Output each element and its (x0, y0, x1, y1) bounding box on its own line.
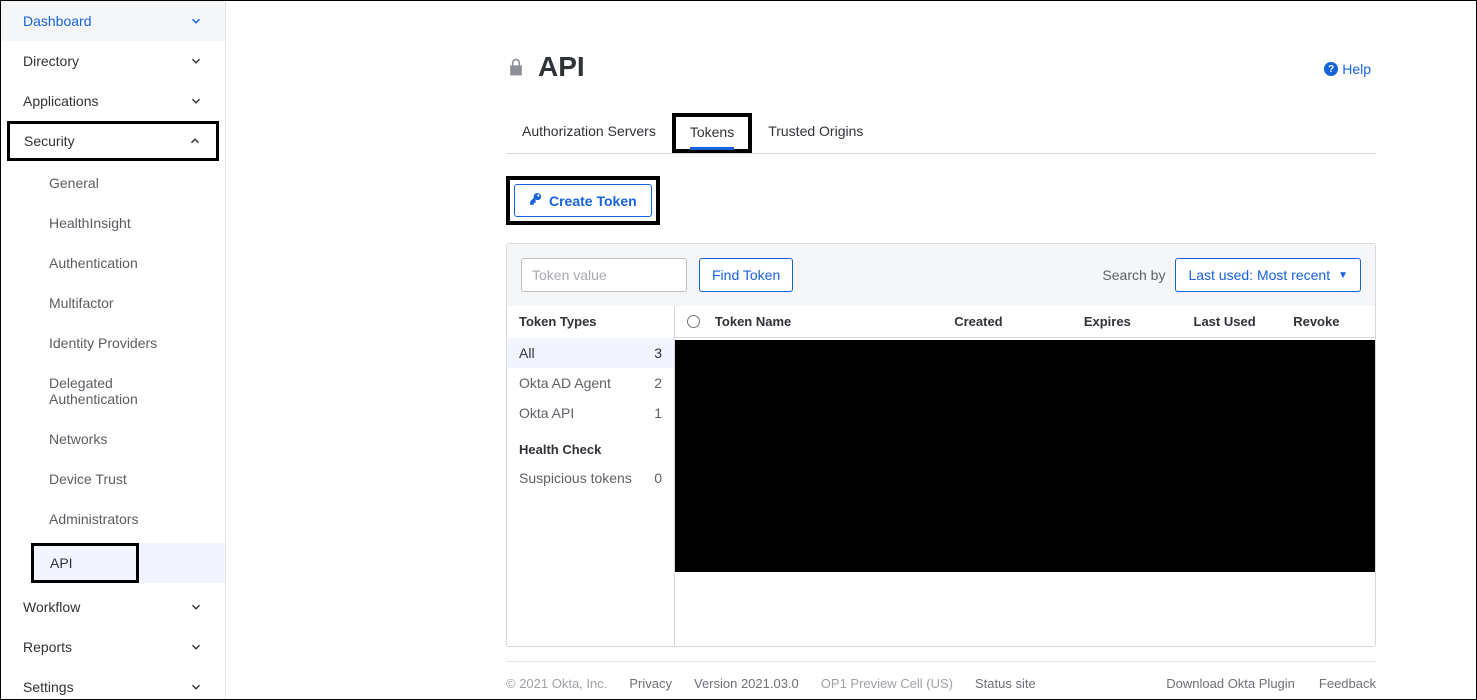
nav-security-authentication[interactable]: Authentication (1, 243, 225, 283)
footer-cell: OP1 Preview Cell (US) (821, 676, 953, 691)
col-revoke: Revoke (1293, 314, 1363, 329)
sidebar: Dashboard Directory Applications Securit… (1, 1, 226, 699)
nav-directory[interactable]: Directory (1, 41, 225, 81)
token-type-all-count: 3 (654, 345, 662, 361)
chevron-up-icon (188, 134, 202, 148)
table-select-all[interactable] (687, 315, 715, 328)
col-token-name[interactable]: Token Name (715, 314, 954, 329)
tab-trusted-origins[interactable]: Trusted Origins (752, 113, 879, 153)
tab-authorization-servers[interactable]: Authorization Servers (506, 113, 672, 153)
nav-workflow[interactable]: Workflow (1, 587, 225, 627)
nav-security-api[interactable]: API (31, 543, 225, 583)
token-value-input[interactable] (521, 258, 687, 292)
nav-directory-label: Directory (23, 53, 79, 69)
help-link[interactable]: ? Help (1324, 61, 1371, 77)
footer: © 2021 Okta, Inc. Privacy Version 2021.0… (506, 661, 1376, 691)
create-token-highlight: Create Token (506, 176, 660, 225)
token-types-column: Token Types All 3 Okta AD Agent 2 Okta A… (507, 306, 675, 646)
tokens-table-header: Token Name Created Expires Last Used Rev… (675, 306, 1375, 338)
nav-security-administrators[interactable]: Administrators (1, 499, 225, 539)
main-content: ? Help API Authorization Servers Tokens … (226, 1, 1476, 699)
nav-security-device-trust[interactable]: Device Trust (1, 459, 225, 499)
chevron-down-icon (189, 54, 203, 68)
help-icon: ? (1324, 62, 1338, 76)
tokens-lower: Token Types All 3 Okta AD Agent 2 Okta A… (507, 306, 1375, 646)
footer-feedback[interactable]: Feedback (1319, 676, 1376, 691)
nav-security-general[interactable]: General (1, 163, 225, 203)
search-by-label: Search by (1102, 267, 1165, 283)
find-token-button[interactable]: Find Token (699, 258, 793, 292)
caret-down-icon: ▼ (1338, 270, 1348, 281)
col-created[interactable]: Created (954, 314, 1084, 329)
nav-security-identity-providers[interactable]: Identity Providers (1, 323, 225, 363)
nav-security-delegated-auth[interactable]: Delegated Authentication (1, 363, 225, 419)
redacted-block (675, 340, 1375, 572)
nav-applications[interactable]: Applications (1, 81, 225, 121)
nav-settings-label: Settings (23, 679, 74, 695)
footer-version: Version 2021.03.0 (694, 676, 799, 691)
create-token-button[interactable]: Create Token (514, 184, 652, 217)
lock-icon (506, 56, 526, 78)
token-type-okta-api-count: 1 (654, 405, 662, 421)
nav-reports[interactable]: Reports (1, 627, 225, 667)
token-type-suspicious-label: Suspicious tokens (519, 470, 632, 486)
nav-security-api-label: API (31, 543, 139, 583)
token-type-suspicious-count: 0 (654, 470, 662, 486)
filter-bar: Find Token Search by Last used: Most rec… (507, 244, 1375, 306)
footer-privacy[interactable]: Privacy (629, 676, 672, 691)
chevron-down-icon (189, 14, 203, 28)
chevron-down-icon (189, 640, 203, 654)
select-all-radio[interactable] (687, 315, 700, 328)
tokens-table-column: Token Name Created Expires Last Used Rev… (675, 306, 1375, 646)
footer-status[interactable]: Status site (975, 676, 1036, 691)
chevron-down-icon (189, 600, 203, 614)
nav-security-label: Security (24, 133, 75, 149)
token-type-ad-agent-label: Okta AD Agent (519, 375, 611, 391)
nav-workflow-label: Workflow (23, 599, 80, 615)
footer-copyright: © 2021 Okta, Inc. (506, 676, 607, 691)
health-check-header: Health Check (507, 428, 674, 463)
token-types-header: Token Types (507, 306, 674, 338)
tabs: Authorization Servers Tokens Trusted Ori… (506, 113, 1376, 154)
chevron-down-icon (189, 680, 203, 694)
nav-security[interactable]: Security (7, 121, 219, 161)
token-type-all[interactable]: All 3 (507, 338, 674, 368)
token-type-okta-api-label: Okta API (519, 405, 574, 421)
tab-tokens[interactable]: Tokens (672, 113, 752, 153)
nav-security-healthinsight[interactable]: HealthInsight (1, 203, 225, 243)
key-icon (529, 192, 543, 209)
nav-security-multifactor[interactable]: Multifactor (1, 283, 225, 323)
create-token-label: Create Token (549, 193, 637, 209)
chevron-down-icon (189, 94, 203, 108)
sort-select[interactable]: Last used: Most recent ▼ (1175, 258, 1361, 292)
nav-security-networks[interactable]: Networks (1, 419, 225, 459)
nav-dashboard[interactable]: Dashboard (1, 1, 225, 41)
token-type-ad-agent-count: 2 (654, 375, 662, 391)
token-type-suspicious[interactable]: Suspicious tokens 0 (507, 463, 674, 493)
token-type-all-label: All (519, 345, 535, 361)
tokens-panel: Find Token Search by Last used: Most rec… (506, 243, 1376, 647)
footer-download[interactable]: Download Okta Plugin (1166, 676, 1295, 691)
sort-select-label: Last used: Most recent (1188, 267, 1330, 283)
nav-reports-label: Reports (23, 639, 72, 655)
col-last-used[interactable]: Last Used (1194, 314, 1294, 329)
token-type-okta-api[interactable]: Okta API 1 (507, 398, 674, 428)
col-expires[interactable]: Expires (1084, 314, 1194, 329)
nav-settings[interactable]: Settings (1, 667, 225, 699)
nav-dashboard-label: Dashboard (23, 13, 92, 29)
nav-applications-label: Applications (23, 93, 99, 109)
page-title: API (538, 51, 585, 83)
help-label: Help (1342, 61, 1371, 77)
page-title-row: API (506, 51, 1376, 83)
token-type-ad-agent[interactable]: Okta AD Agent 2 (507, 368, 674, 398)
